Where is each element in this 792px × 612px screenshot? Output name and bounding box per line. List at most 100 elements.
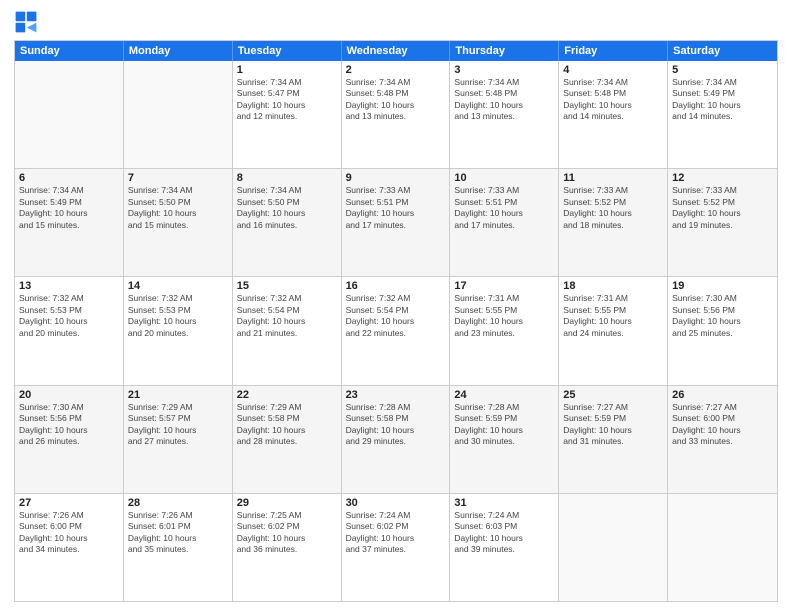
day-number: 2 — [346, 64, 446, 76]
day-number: 30 — [346, 497, 446, 509]
cell-info: Sunrise: 7:34 AM Sunset: 5:50 PM Dayligh… — [237, 185, 337, 231]
calendar-row-1: 1Sunrise: 7:34 AM Sunset: 5:47 PM Daylig… — [15, 61, 777, 168]
cell-info: Sunrise: 7:25 AM Sunset: 6:02 PM Dayligh… — [237, 510, 337, 556]
calendar-cell: 18Sunrise: 7:31 AM Sunset: 5:55 PM Dayli… — [559, 277, 668, 384]
day-number: 15 — [237, 280, 337, 292]
day-number: 20 — [19, 389, 119, 401]
day-number: 27 — [19, 497, 119, 509]
cell-info: Sunrise: 7:30 AM Sunset: 5:56 PM Dayligh… — [672, 293, 773, 339]
calendar-cell: 20Sunrise: 7:30 AM Sunset: 5:56 PM Dayli… — [15, 386, 124, 493]
calendar-cell: 12Sunrise: 7:33 AM Sunset: 5:52 PM Dayli… — [668, 169, 777, 276]
cell-info: Sunrise: 7:27 AM Sunset: 5:59 PM Dayligh… — [563, 402, 663, 448]
cell-info: Sunrise: 7:27 AM Sunset: 6:00 PM Dayligh… — [672, 402, 773, 448]
calendar-cell: 13Sunrise: 7:32 AM Sunset: 5:53 PM Dayli… — [15, 277, 124, 384]
calendar-cell: 8Sunrise: 7:34 AM Sunset: 5:50 PM Daylig… — [233, 169, 342, 276]
calendar-cell: 1Sunrise: 7:34 AM Sunset: 5:47 PM Daylig… — [233, 61, 342, 168]
calendar-cell: 28Sunrise: 7:26 AM Sunset: 6:01 PM Dayli… — [124, 494, 233, 601]
cell-info: Sunrise: 7:30 AM Sunset: 5:56 PM Dayligh… — [19, 402, 119, 448]
cell-info: Sunrise: 7:28 AM Sunset: 5:58 PM Dayligh… — [346, 402, 446, 448]
header-cell-saturday: Saturday — [668, 41, 777, 61]
day-number: 23 — [346, 389, 446, 401]
calendar-cell — [559, 494, 668, 601]
cell-info: Sunrise: 7:34 AM Sunset: 5:50 PM Dayligh… — [128, 185, 228, 231]
day-number: 29 — [237, 497, 337, 509]
header-cell-sunday: Sunday — [15, 41, 124, 61]
calendar-cell: 31Sunrise: 7:24 AM Sunset: 6:03 PM Dayli… — [450, 494, 559, 601]
day-number: 11 — [563, 172, 663, 184]
calendar-cell — [124, 61, 233, 168]
calendar-cell: 17Sunrise: 7:31 AM Sunset: 5:55 PM Dayli… — [450, 277, 559, 384]
day-number: 28 — [128, 497, 228, 509]
calendar-cell — [15, 61, 124, 168]
calendar-cell: 27Sunrise: 7:26 AM Sunset: 6:00 PM Dayli… — [15, 494, 124, 601]
cell-info: Sunrise: 7:33 AM Sunset: 5:52 PM Dayligh… — [563, 185, 663, 231]
calendar-cell: 3Sunrise: 7:34 AM Sunset: 5:48 PM Daylig… — [450, 61, 559, 168]
day-number: 5 — [672, 64, 773, 76]
calendar-row-4: 20Sunrise: 7:30 AM Sunset: 5:56 PM Dayli… — [15, 385, 777, 493]
calendar-cell: 24Sunrise: 7:28 AM Sunset: 5:59 PM Dayli… — [450, 386, 559, 493]
day-number: 22 — [237, 389, 337, 401]
cell-info: Sunrise: 7:34 AM Sunset: 5:49 PM Dayligh… — [19, 185, 119, 231]
header — [14, 10, 778, 34]
header-cell-monday: Monday — [124, 41, 233, 61]
cell-info: Sunrise: 7:34 AM Sunset: 5:48 PM Dayligh… — [346, 77, 446, 123]
calendar-cell: 21Sunrise: 7:29 AM Sunset: 5:57 PM Dayli… — [124, 386, 233, 493]
day-number: 31 — [454, 497, 554, 509]
cell-info: Sunrise: 7:33 AM Sunset: 5:51 PM Dayligh… — [454, 185, 554, 231]
calendar-cell: 7Sunrise: 7:34 AM Sunset: 5:50 PM Daylig… — [124, 169, 233, 276]
calendar-cell: 10Sunrise: 7:33 AM Sunset: 5:51 PM Dayli… — [450, 169, 559, 276]
calendar-cell — [668, 494, 777, 601]
calendar-cell: 23Sunrise: 7:28 AM Sunset: 5:58 PM Dayli… — [342, 386, 451, 493]
cell-info: Sunrise: 7:29 AM Sunset: 5:57 PM Dayligh… — [128, 402, 228, 448]
page: SundayMondayTuesdayWednesdayThursdayFrid… — [0, 0, 792, 612]
day-number: 24 — [454, 389, 554, 401]
header-cell-thursday: Thursday — [450, 41, 559, 61]
calendar-row-3: 13 Sunrise: 7:32 AM Sunset: 5:53 PM Dayli… — [15, 276, 777, 384]
calendar-cell: 19Sunrise: 7:30 AM Sunset: 5:56 PM Dayli… — [668, 277, 777, 384]
calendar-cell: 25Sunrise: 7:27 AM Sunset: 5:59 PM Dayli… — [559, 386, 668, 493]
cell-info: Sunrise: 7:32 AM Sunset: 5:53 PM Dayligh… — [128, 293, 228, 339]
day-number: 4 — [563, 64, 663, 76]
day-number: 8 — [237, 172, 337, 184]
cell-info: Sunrise: 7:26 AM Sunset: 6:01 PM Dayligh… — [128, 510, 228, 556]
calendar-cell: 14Sunrise: 7:32 AM Sunset: 5:53 PM Dayli… — [124, 277, 233, 384]
day-number: 14 — [128, 280, 228, 292]
header-cell-tuesday: Tuesday — [233, 41, 342, 61]
calendar-cell: 9Sunrise: 7:33 AM Sunset: 5:51 PM Daylig… — [342, 169, 451, 276]
calendar-cell: 15Sunrise: 7:32 AM Sunset: 5:54 PM Dayli… — [233, 277, 342, 384]
cell-info: Sunrise: 7:29 AM Sunset: 5:58 PM Dayligh… — [237, 402, 337, 448]
day-number: 25 — [563, 389, 663, 401]
cell-info: Sunrise: 7:34 AM Sunset: 5:47 PM Dayligh… — [237, 77, 337, 123]
calendar-row-5: 27Sunrise: 7:26 AM Sunset: 6:00 PM Dayli… — [15, 493, 777, 601]
day-number: 16 — [346, 280, 446, 292]
cell-info: Sunrise: 7:32 AM Sunset: 5:54 PM Dayligh… — [237, 293, 337, 339]
cell-info: Sunrise: 7:31 AM Sunset: 5:55 PM Dayligh… — [454, 293, 554, 339]
calendar-header-row: SundayMondayTuesdayWednesdayThursdayFrid… — [15, 41, 777, 61]
cell-info: Sunrise: 7:24 AM Sunset: 6:02 PM Dayligh… — [346, 510, 446, 556]
cell-info: Sunrise: 7:33 AM Sunset: 5:52 PM Dayligh… — [672, 185, 773, 231]
header-cell-friday: Friday — [559, 41, 668, 61]
calendar-cell: 2Sunrise: 7:34 AM Sunset: 5:48 PM Daylig… — [342, 61, 451, 168]
day-number: 19 — [672, 280, 773, 292]
day-number: 3 — [454, 64, 554, 76]
cell-info: Sunrise: 7:34 AM Sunset: 5:48 PM Dayligh… — [454, 77, 554, 123]
cell-info: Sunrise: 7:32 AM Sunset: 5:54 PM Dayligh… — [346, 293, 446, 339]
calendar-cell: 16Sunrise: 7:32 AM Sunset: 5:54 PM Dayli… — [342, 277, 451, 384]
calendar: SundayMondayTuesdayWednesdayThursdayFrid… — [14, 40, 778, 602]
calendar-row-2: 6Sunrise: 7:34 AM Sunset: 5:49 PM Daylig… — [15, 168, 777, 276]
cell-info: Sunrise: 7:33 AM Sunset: 5:51 PM Dayligh… — [346, 185, 446, 231]
day-number: 17 — [454, 280, 554, 292]
calendar-cell: 11Sunrise: 7:33 AM Sunset: 5:52 PM Dayli… — [559, 169, 668, 276]
calendar-cell: 26Sunrise: 7:27 AM Sunset: 6:00 PM Dayli… — [668, 386, 777, 493]
day-number: 13 — [19, 280, 119, 292]
day-number: 6 — [19, 172, 119, 184]
logo — [14, 10, 42, 34]
day-number: 12 — [672, 172, 773, 184]
calendar-cell: 4Sunrise: 7:34 AM Sunset: 5:48 PM Daylig… — [559, 61, 668, 168]
cell-info: Sunrise: 7:31 AM Sunset: 5:55 PM Dayligh… — [563, 293, 663, 339]
calendar-cell: 22Sunrise: 7:29 AM Sunset: 5:58 PM Dayli… — [233, 386, 342, 493]
calendar-cell: 5Sunrise: 7:34 AM Sunset: 5:49 PM Daylig… — [668, 61, 777, 168]
calendar-cell: 30Sunrise: 7:24 AM Sunset: 6:02 PM Dayli… — [342, 494, 451, 601]
day-number: 1 — [237, 64, 337, 76]
day-number: 26 — [672, 389, 773, 401]
